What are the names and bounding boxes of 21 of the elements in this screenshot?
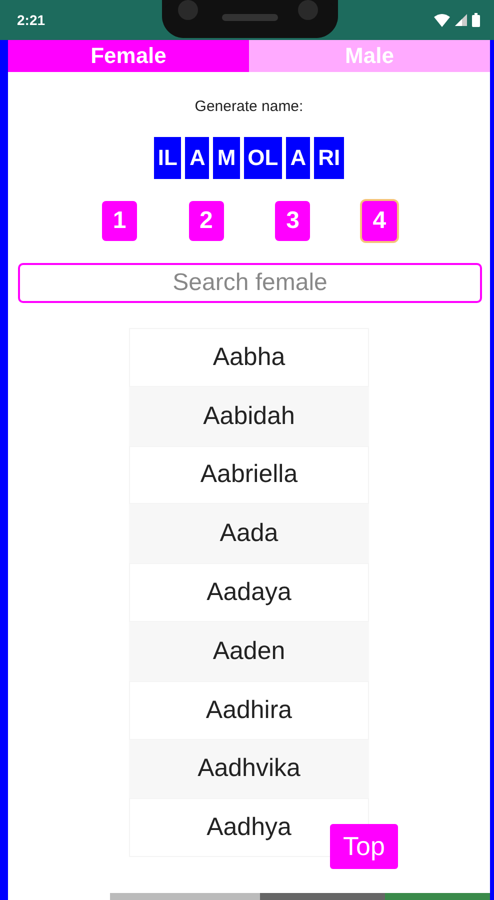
syllable-tile: M (213, 137, 240, 179)
name-item[interactable]: Aaden (212, 636, 286, 666)
signal-icon (455, 14, 467, 26)
search-field[interactable]: Search female (18, 263, 482, 303)
name-item[interactable]: Aabriella (200, 460, 298, 490)
syllable-tile: IL (154, 137, 182, 179)
name-item[interactable]: Aadaya (206, 578, 292, 608)
name-item[interactable]: Aabidah (203, 402, 295, 431)
wifi-icon (434, 14, 450, 26)
status-time: 2:21 (17, 12, 46, 28)
battery-icon (472, 13, 480, 27)
camera-notch-icon (162, 0, 338, 38)
syllable-tile: A (185, 137, 210, 179)
name-item[interactable]: Aadhira (206, 696, 292, 725)
generate-label: Generate name: (194, 98, 304, 115)
name-item[interactable]: Aadhya (206, 813, 292, 842)
syllable-tile: OL (244, 137, 282, 179)
syllable-tile: A (286, 137, 310, 179)
name-item[interactable]: Aada (220, 519, 278, 548)
name-item[interactable]: Aabha (212, 342, 286, 372)
syllable-tile: RI (314, 137, 344, 179)
